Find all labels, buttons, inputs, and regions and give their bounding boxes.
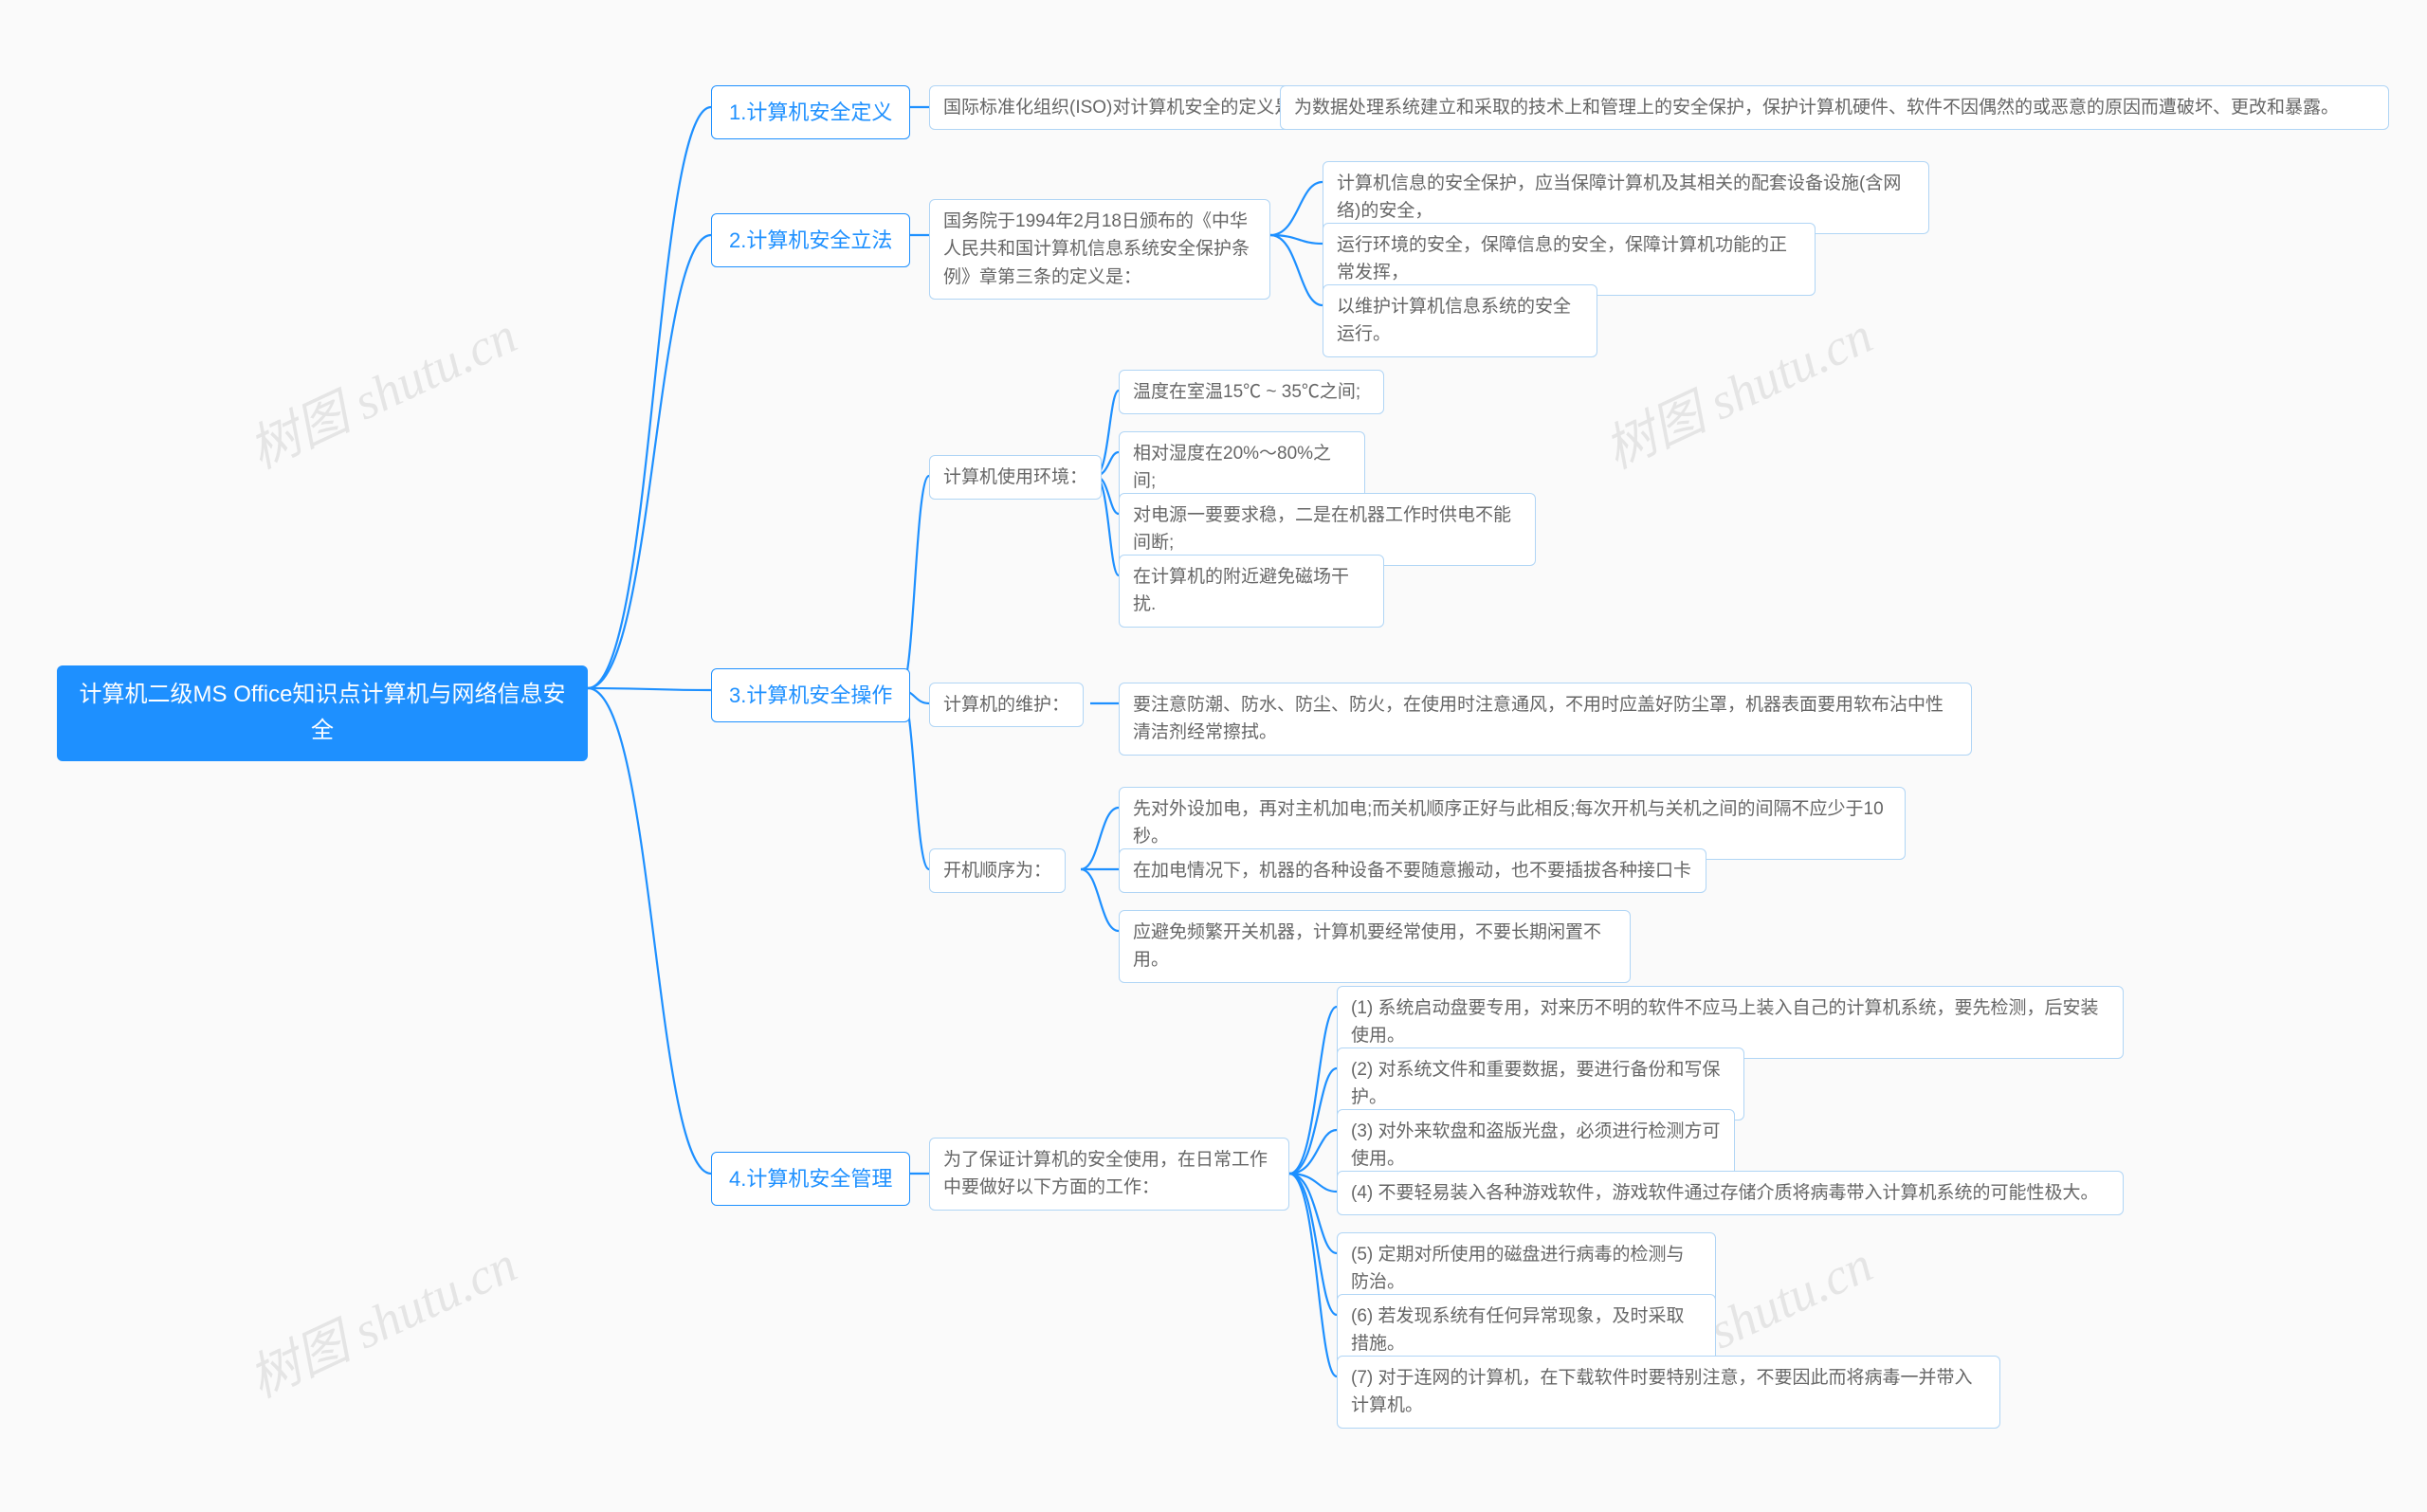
branch-4[interactable]: 4.计算机安全管理 <box>711 1152 910 1206</box>
watermark: 树图 shutu.cn <box>235 1223 527 1412</box>
branch-1-desc[interactable]: 国际标准化组织(ISO)对计算机安全的定义是： <box>929 85 1324 130</box>
branch-3-maintain-item-1[interactable]: 要注意防潮、防水、防尘、防火，在使用时注意通风，不用时应盖好防尘罩，机器表面要用… <box>1119 683 1972 756</box>
branch-2-item-3[interactable]: 以维护计算机信息系统的安全运行。 <box>1323 284 1597 357</box>
branch-3-maintain[interactable]: 计算机的维护： <box>929 683 1084 727</box>
branch-3-boot-item-3[interactable]: 应避免频繁开关机器，计算机要经常使用，不要长期闲置不用。 <box>1119 910 1631 983</box>
watermark: 树图 shutu.cn <box>235 294 527 483</box>
branch-3-boot-item-2[interactable]: 在加电情况下，机器的各种设备不要随意搬动，也不要插拔各种接口卡 <box>1119 848 1706 893</box>
branch-3[interactable]: 3.计算机安全操作 <box>711 668 910 722</box>
branch-3-boot[interactable]: 开机顺序为： <box>929 848 1066 893</box>
branch-2-desc[interactable]: 国务院于1994年2月18日颁布的《中华人民共和国计算机信息系统安全保护条例》章… <box>929 199 1270 300</box>
branch-3-env-item-4[interactable]: 在计算机的附近避免磁场干扰. <box>1119 555 1384 628</box>
branch-3-env[interactable]: 计算机使用环境： <box>929 455 1102 500</box>
mindmap-root[interactable]: 计算机二级MS Office知识点计算机与网络信息安全 <box>57 665 588 761</box>
branch-2[interactable]: 2.计算机安全立法 <box>711 213 910 267</box>
watermark: 树图 shutu.cn <box>1591 294 1883 483</box>
branch-4-item-7[interactable]: (7) 对于连网的计算机，在下载软件时要特别注意，不要因此而将病毒一并带入计算机… <box>1337 1356 2000 1429</box>
branch-3-env-item-1[interactable]: 温度在室温15℃ ~ 35℃之间; <box>1119 370 1384 414</box>
branch-4-item-4[interactable]: (4) 不要轻易装入各种游戏软件，游戏软件通过存储介质将病毒带入计算机系统的可能… <box>1337 1171 2124 1215</box>
branch-4-desc[interactable]: 为了保证计算机的安全使用，在日常工作中要做好以下方面的工作： <box>929 1138 1289 1211</box>
branch-1[interactable]: 1.计算机安全定义 <box>711 85 910 139</box>
branch-1-detail[interactable]: 为数据处理系统建立和采取的技术上和管理上的安全保护，保护计算机硬件、软件不因偶然… <box>1280 85 2389 130</box>
